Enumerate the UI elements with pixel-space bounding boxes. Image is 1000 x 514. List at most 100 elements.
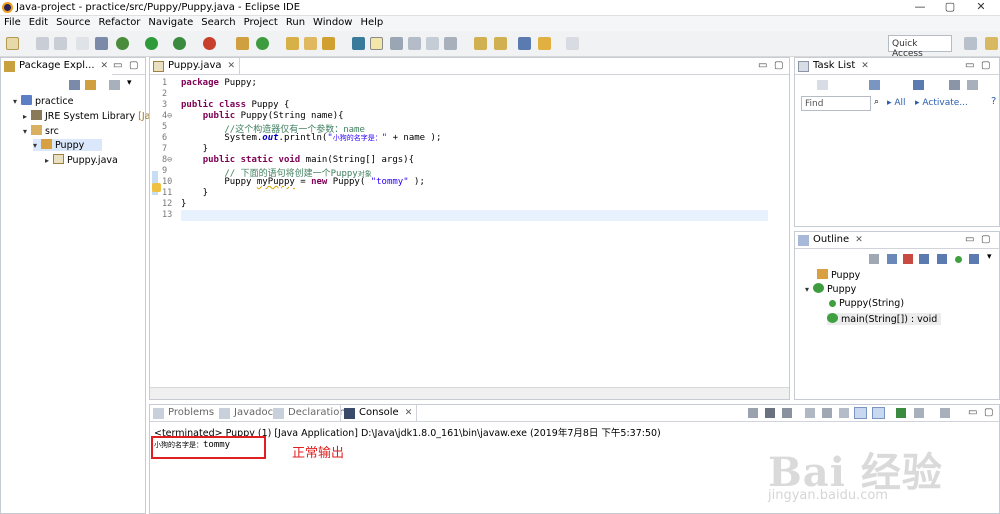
minimize-button[interactable]: — bbox=[905, 0, 935, 15]
pin-console-icon[interactable] bbox=[896, 408, 906, 418]
next-annotation-icon[interactable] bbox=[474, 37, 487, 50]
activate-link[interactable]: ▸ Activate... bbox=[915, 98, 968, 108]
minimize-icon[interactable]: ▭ bbox=[758, 60, 767, 71]
code-area[interactable]: package Puppy; public class Puppy { publ… bbox=[181, 75, 789, 387]
close-icon[interactable]: ✕ bbox=[861, 61, 869, 71]
expand-arrow[interactable]: ▾ bbox=[23, 127, 31, 136]
minimize-icon[interactable]: ▭ bbox=[968, 407, 977, 418]
tab-puppy-java[interactable]: Puppy.java ✕ bbox=[150, 58, 241, 75]
close-button[interactable]: ✕ bbox=[966, 0, 996, 15]
tree-item-src[interactable]: ▾ src bbox=[23, 125, 59, 137]
close-icon[interactable]: ✕ bbox=[101, 61, 109, 71]
minimize-icon[interactable]: ▭ bbox=[965, 234, 974, 245]
expand-arrow[interactable]: ▸ bbox=[23, 112, 31, 121]
expand-arrow[interactable]: ▾ bbox=[13, 97, 21, 106]
save-icon[interactable] bbox=[36, 37, 49, 50]
remove-launch-icon[interactable] bbox=[765, 408, 775, 418]
quick-access-field[interactable]: Quick Access bbox=[888, 35, 952, 59]
menu-window[interactable]: Window bbox=[309, 16, 356, 28]
new-package-icon[interactable] bbox=[236, 37, 249, 50]
hide-nonpublic-icon[interactable] bbox=[919, 254, 929, 264]
outline-item-main[interactable]: main(String[]) : void bbox=[827, 313, 942, 325]
java-perspective-icon[interactable] bbox=[985, 37, 998, 50]
debug-icon[interactable] bbox=[116, 37, 129, 50]
close-icon[interactable]: ✕ bbox=[855, 235, 863, 245]
menu-refactor[interactable]: Refactor bbox=[94, 16, 144, 28]
external-tools-icon[interactable] bbox=[203, 37, 216, 50]
maximize-icon[interactable]: ▢ bbox=[981, 234, 990, 245]
menu-file[interactable]: File bbox=[0, 16, 25, 28]
tree-item-jre[interactable]: ▸ JRE System Library [Jav bbox=[23, 110, 156, 122]
menu-source[interactable]: Source bbox=[52, 16, 94, 28]
terminate-icon[interactable] bbox=[748, 408, 758, 418]
tree-item-puppy-java[interactable]: ▸ Puppy.java bbox=[45, 154, 118, 166]
save-all-icon[interactable] bbox=[54, 37, 67, 50]
outline-item-package[interactable]: Puppy bbox=[817, 269, 860, 281]
close-icon[interactable]: ✕ bbox=[405, 408, 413, 418]
menu-project[interactable]: Project bbox=[240, 16, 282, 28]
search-icon[interactable]: ⌕ bbox=[874, 97, 879, 107]
chevron-down-icon[interactable]: ▾ bbox=[987, 252, 992, 262]
menu-search[interactable]: Search bbox=[197, 16, 239, 28]
sort-icon[interactable] bbox=[869, 254, 879, 264]
remove-all-icon[interactable] bbox=[782, 408, 792, 418]
view-menu-icon[interactable] bbox=[967, 80, 978, 90]
maximize-icon[interactable]: ▢ bbox=[129, 60, 138, 71]
maximize-icon[interactable]: ▢ bbox=[981, 60, 990, 71]
expand-arrow[interactable]: ▾ bbox=[33, 141, 41, 150]
new-class-icon[interactable] bbox=[256, 37, 269, 50]
prev-annotation-icon[interactable] bbox=[494, 37, 507, 50]
hide-static-icon[interactable] bbox=[903, 254, 913, 264]
help-icon[interactable]: ? bbox=[991, 96, 996, 107]
expand-arrow[interactable]: ▾ bbox=[805, 285, 813, 294]
tab-javadoc[interactable]: Javadoc bbox=[216, 405, 277, 422]
chevron-down-icon[interactable]: ▾ bbox=[127, 78, 132, 88]
tree-item-practice[interactable]: ▾ practice bbox=[13, 95, 73, 107]
hide-fields-icon[interactable] bbox=[887, 254, 897, 264]
open-perspective-icon[interactable] bbox=[964, 37, 977, 50]
new-task-icon[interactable] bbox=[817, 80, 828, 90]
tab-declaration[interactable]: Declaration bbox=[270, 405, 350, 422]
new-icon[interactable] bbox=[6, 37, 19, 50]
tab-task-list[interactable]: Task List ✕ bbox=[795, 58, 873, 75]
find-input[interactable]: Find bbox=[801, 96, 871, 111]
scroll-lock-icon[interactable] bbox=[822, 408, 832, 418]
back-icon[interactable] bbox=[538, 37, 551, 50]
menu-edit[interactable]: Edit bbox=[25, 16, 52, 28]
show-stderr-icon[interactable] bbox=[872, 407, 885, 419]
collapse-all-icon[interactable] bbox=[69, 80, 80, 90]
annotation-icon[interactable] bbox=[352, 37, 365, 50]
open-type-icon[interactable] bbox=[286, 37, 299, 50]
outline-item-constructor[interactable]: Puppy(String) bbox=[829, 298, 904, 309]
menu-help[interactable]: Help bbox=[356, 16, 387, 28]
view-menu-icon[interactable] bbox=[109, 80, 120, 90]
all-link[interactable]: ▸ All bbox=[887, 98, 906, 108]
tree-item-puppy-package[interactable]: ▾ Puppy bbox=[33, 139, 103, 151]
link-icon[interactable] bbox=[969, 254, 979, 264]
menu-navigate[interactable]: Navigate bbox=[144, 16, 197, 28]
coverage-icon[interactable] bbox=[173, 37, 186, 50]
horizontal-scrollbar[interactable] bbox=[150, 387, 789, 399]
clear-console-icon[interactable] bbox=[805, 408, 815, 418]
tab-outline[interactable]: Outline ✕ bbox=[795, 232, 867, 249]
mark-occurrences-icon[interactable] bbox=[370, 37, 383, 50]
forward-icon[interactable] bbox=[566, 37, 579, 50]
collapse-icon[interactable] bbox=[949, 80, 960, 90]
run-icon[interactable] bbox=[145, 37, 158, 50]
tab-package-explorer[interactable]: Package Expl... ✕ bbox=[1, 58, 113, 75]
link-editor-icon[interactable] bbox=[85, 80, 96, 90]
outline-item-class[interactable]: ▾ Puppy bbox=[805, 283, 856, 295]
pilcrow-icon[interactable] bbox=[444, 37, 457, 50]
tab-problems[interactable]: Problems bbox=[150, 405, 218, 422]
categorize-icon[interactable] bbox=[869, 80, 880, 90]
open-console-icon[interactable] bbox=[940, 408, 950, 418]
display-console-icon[interactable] bbox=[914, 408, 924, 418]
tab-console[interactable]: Console ✕ bbox=[340, 405, 418, 422]
minimize-icon[interactable]: ▭ bbox=[965, 60, 974, 71]
show-stdout-icon[interactable] bbox=[854, 407, 867, 419]
public-members-icon[interactable] bbox=[955, 256, 962, 263]
word-wrap-icon[interactable] bbox=[408, 37, 421, 50]
open-task-icon[interactable] bbox=[304, 37, 317, 50]
print-icon[interactable] bbox=[76, 37, 89, 50]
toggle-icon[interactable] bbox=[95, 37, 108, 50]
